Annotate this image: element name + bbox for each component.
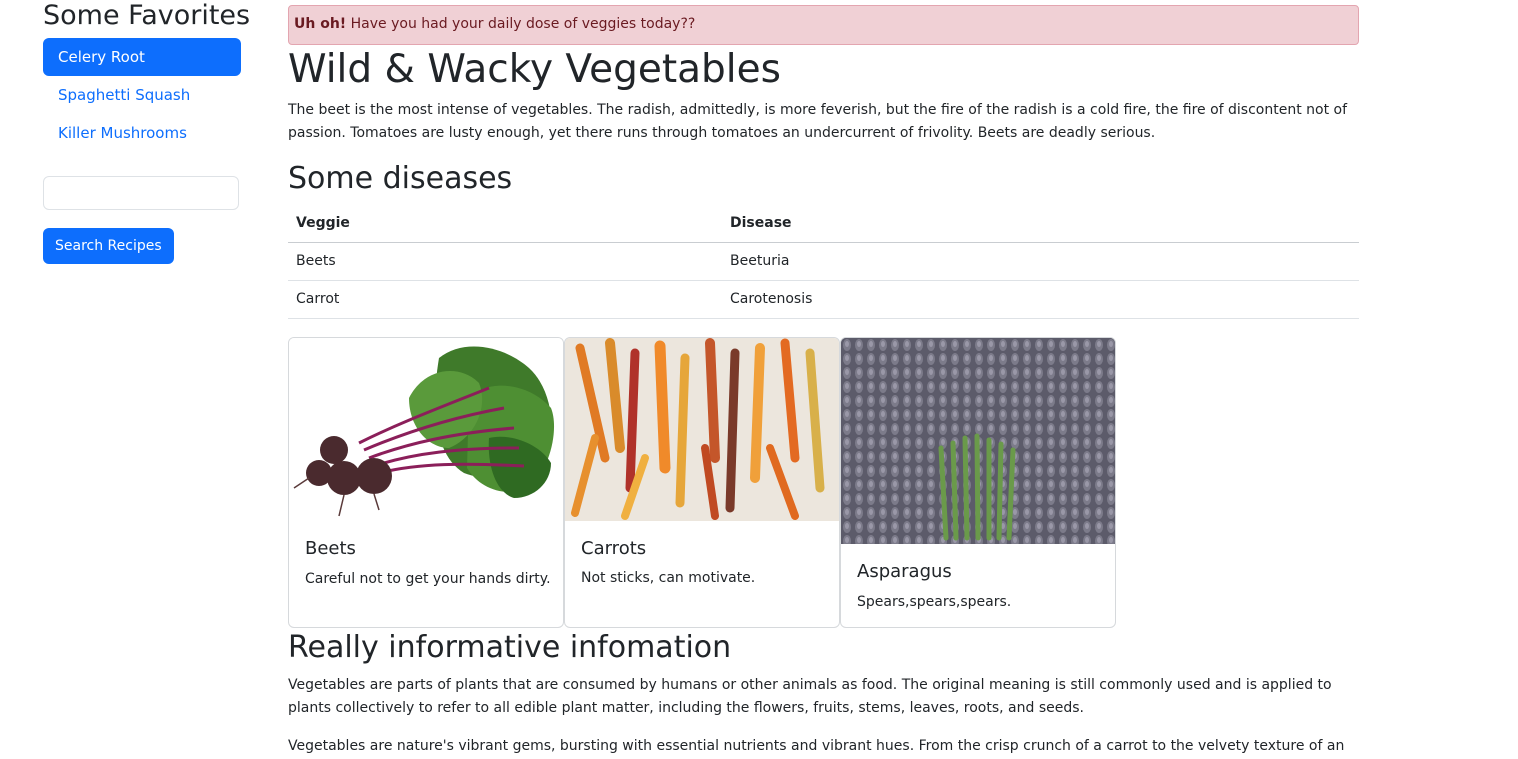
card-beets: Beets Careful not to get your hands dirt… (288, 337, 564, 628)
alert-strong: Uh oh! (294, 16, 347, 32)
info-paragraph-1: Vegetables are parts of plants that are … (288, 677, 1332, 716)
table-row: Beets Beeturia (288, 242, 1359, 281)
alert-banner: Uh oh! Have you had your daily dose of v… (288, 5, 1359, 45)
card-text: Careful not to get your hands dirty. (305, 571, 551, 587)
carrots-photo (565, 338, 839, 521)
info-heading: Really informative infomation (288, 630, 732, 665)
card-text: Not sticks, can motivate. (581, 570, 756, 586)
intro-paragraph: The beet is the most intense of vegetabl… (288, 102, 1348, 141)
table-cell: Carrot (288, 280, 722, 319)
table-header-veggie: Veggie (288, 204, 722, 243)
search-recipes-button[interactable]: Search Recipes (43, 228, 174, 264)
beets-photo (289, 338, 563, 521)
sidebar-title: Some Favorites (43, 0, 251, 31)
page-title: Wild & Wacky Vegetables (288, 47, 781, 92)
diseases-heading: Some diseases (288, 161, 513, 196)
table-cell: Beeturia (722, 242, 1359, 281)
sidebar-nav: Celery Root Spaghetti Squash Killer Mush… (43, 38, 241, 152)
sidebar-item-spaghetti-squash[interactable]: Spaghetti Squash (43, 76, 241, 114)
table-cell: Beets (288, 242, 722, 281)
table-cell: Carotenosis (722, 280, 1359, 319)
page: Some Favorites Celery Root Spaghetti Squ… (0, 0, 1518, 759)
card-carrots: Carrots Not sticks, can motivate. (564, 337, 840, 628)
card-asparagus: Asparagus Spears,spears,spears. (840, 337, 1116, 628)
table-header-row: Veggie Disease (288, 204, 1359, 243)
sidebar-item-celery-root[interactable]: Celery Root (43, 38, 241, 76)
diseases-table: Veggie Disease Beets Beeturia Carrot Car… (288, 204, 1359, 319)
card-title: Carrots (581, 538, 647, 559)
card-text: Spears,spears,spears. (857, 594, 1012, 610)
card-title: Beets (305, 538, 356, 559)
search-input[interactable] (43, 176, 239, 210)
card-title: Asparagus (857, 561, 952, 582)
table-row: Carrot Carotenosis (288, 280, 1359, 319)
sidebar-item-killer-mushrooms[interactable]: Killer Mushrooms (43, 114, 241, 152)
alert-text: Have you had your daily dose of veggies … (346, 16, 696, 32)
table-header-disease: Disease (722, 204, 1359, 243)
asparagus-photo (841, 338, 1115, 544)
info-paragraph-2: Vegetables are nature's vibrant gems, bu… (288, 738, 1345, 754)
